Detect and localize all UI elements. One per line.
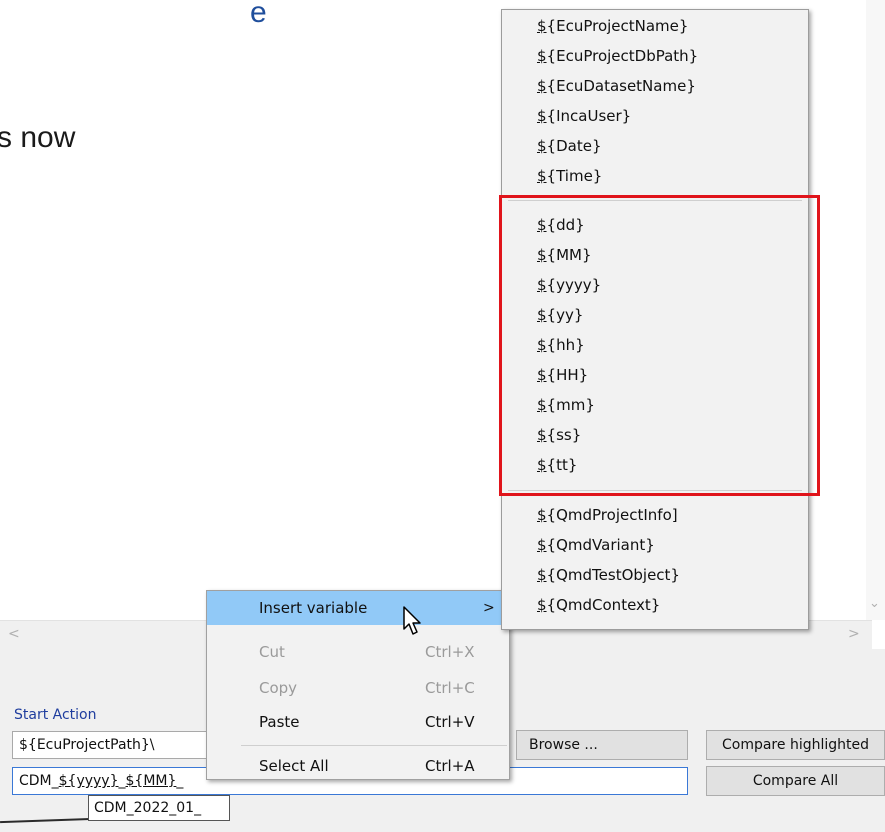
variable-item-qmdcontext[interactable]: ${QmdContext} — [537, 590, 660, 620]
variable-label-rest: {QmdProjectInfo] — [546, 506, 678, 524]
menu-item-shortcut: Ctrl+C — [425, 679, 475, 697]
name-part-prefix: CDM_ — [19, 773, 59, 789]
mnemonic-char: $ — [537, 17, 547, 35]
compare-all-button[interactable]: Compare All — [706, 766, 885, 796]
mnemonic-char: $ — [537, 596, 547, 614]
menu-separator — [241, 745, 507, 746]
scroll-down-icon[interactable]: ⌄ — [869, 596, 880, 611]
mnemonic-char: $ — [537, 536, 547, 554]
vertical-scrollbar[interactable]: ⌄ — [866, 0, 885, 620]
variable-label-rest: {EcuProjectDbPath} — [546, 47, 699, 65]
scroll-left-icon[interactable]: < — [8, 626, 20, 642]
slide-text-fragment-top: e — [250, 0, 267, 29]
name-part-yyyy: ${yyyy} — [58, 773, 119, 789]
variable-item-ecuprojectname[interactable]: ${EcuProjectName} — [537, 11, 688, 41]
mnemonic-char: $ — [537, 77, 547, 95]
variable-label-rest: {Time} — [546, 167, 603, 185]
variable-label: ${IncaUser} — [537, 107, 631, 125]
variable-label-rest: {QmdTestObject} — [546, 566, 680, 584]
mnemonic-char: $ — [537, 566, 547, 584]
mnemonic-char: $ — [537, 167, 547, 185]
submenu-arrow-icon: > — [483, 600, 495, 616]
variable-item-date[interactable]: ${Date} — [537, 131, 602, 161]
variable-label: ${EcuProjectDbPath} — [537, 47, 698, 65]
variable-item-qmdprojectinfo[interactable]: ${QmdProjectInfo] — [537, 500, 678, 530]
menu-item-select-all[interactable]: Select All Ctrl+A — [207, 749, 509, 783]
variable-label: ${QmdContext} — [537, 596, 660, 614]
variable-item-ecuprojectdbpath[interactable]: ${EcuProjectDbPath} — [537, 41, 698, 71]
variable-label: ${Date} — [537, 137, 602, 155]
menu-item-insert-variable[interactable]: Insert variable > — [207, 591, 509, 625]
compare-highlighted-button[interactable]: Compare highlighted — [706, 730, 885, 760]
menu-item-shortcut: Ctrl+X — [425, 643, 475, 661]
menu-item-label: Paste — [259, 713, 300, 731]
variable-item-incauser[interactable]: ${IncaUser} — [537, 101, 631, 131]
variable-label: {EcuProjectName} — [546, 17, 689, 35]
variable-label: ${QmdProjectInfo] — [537, 506, 678, 524]
menu-item-label: Cut — [259, 643, 285, 661]
menu-item-shortcut: Ctrl+V — [425, 713, 475, 731]
highlight-box-date-time-variables — [499, 195, 820, 496]
menu-item-shortcut: Ctrl+A — [425, 757, 475, 775]
mnemonic-char: $ — [537, 137, 547, 155]
mnemonic-char: $ — [537, 506, 547, 524]
mnemonic-char: $ — [537, 47, 547, 65]
variable-label: ${EcuDatasetName} — [537, 77, 696, 95]
name-part-sep1: _ — [118, 773, 126, 789]
variable-item-ecudatasetname[interactable]: ${EcuDatasetName} — [537, 71, 696, 101]
menu-item-label: Copy — [259, 679, 298, 697]
name-preview-tooltip: CDM_2022_01_ — [88, 795, 230, 821]
menu-item-label: Select All — [259, 757, 329, 775]
browse-button[interactable]: Browse ... — [516, 730, 688, 760]
menu-item-cut[interactable]: Cut Ctrl+X — [207, 635, 509, 669]
slide-text-fragment: s now — [0, 121, 76, 154]
menu-item-label: Insert variable — [259, 599, 368, 617]
variable-item-time[interactable]: ${Time} — [537, 161, 602, 191]
variable-label: ${Time} — [537, 167, 602, 185]
variable-label-rest: {QmdContext} — [546, 596, 661, 614]
name-part-mm: ${MM} — [125, 773, 177, 789]
start-action-label: Start Action — [14, 707, 97, 723]
scroll-right-icon[interactable]: > — [848, 626, 860, 642]
variable-label-rest: {QmdVariant} — [546, 536, 655, 554]
context-menu: Insert variable > Cut Ctrl+X Copy Ctrl+C… — [206, 590, 510, 780]
mouse-pointer-icon — [403, 606, 421, 635]
variable-item-qmdtestobject[interactable]: ${QmdTestObject} — [537, 560, 680, 590]
variable-label-rest: {Date} — [546, 137, 602, 155]
variable-label: ${QmdVariant} — [537, 536, 655, 554]
variable-label-rest: {IncaUser} — [546, 107, 632, 125]
menu-item-paste[interactable]: Paste Ctrl+V — [207, 705, 509, 739]
mnemonic-char: $ — [537, 107, 547, 125]
name-part-sep2: _ — [176, 773, 184, 789]
variable-item-qmdvariant[interactable]: ${QmdVariant} — [537, 530, 655, 560]
variable-label: ${QmdTestObject} — [537, 566, 680, 584]
variable-label-rest: {EcuDatasetName} — [546, 77, 696, 95]
menu-item-copy[interactable]: Copy Ctrl+C — [207, 671, 509, 705]
